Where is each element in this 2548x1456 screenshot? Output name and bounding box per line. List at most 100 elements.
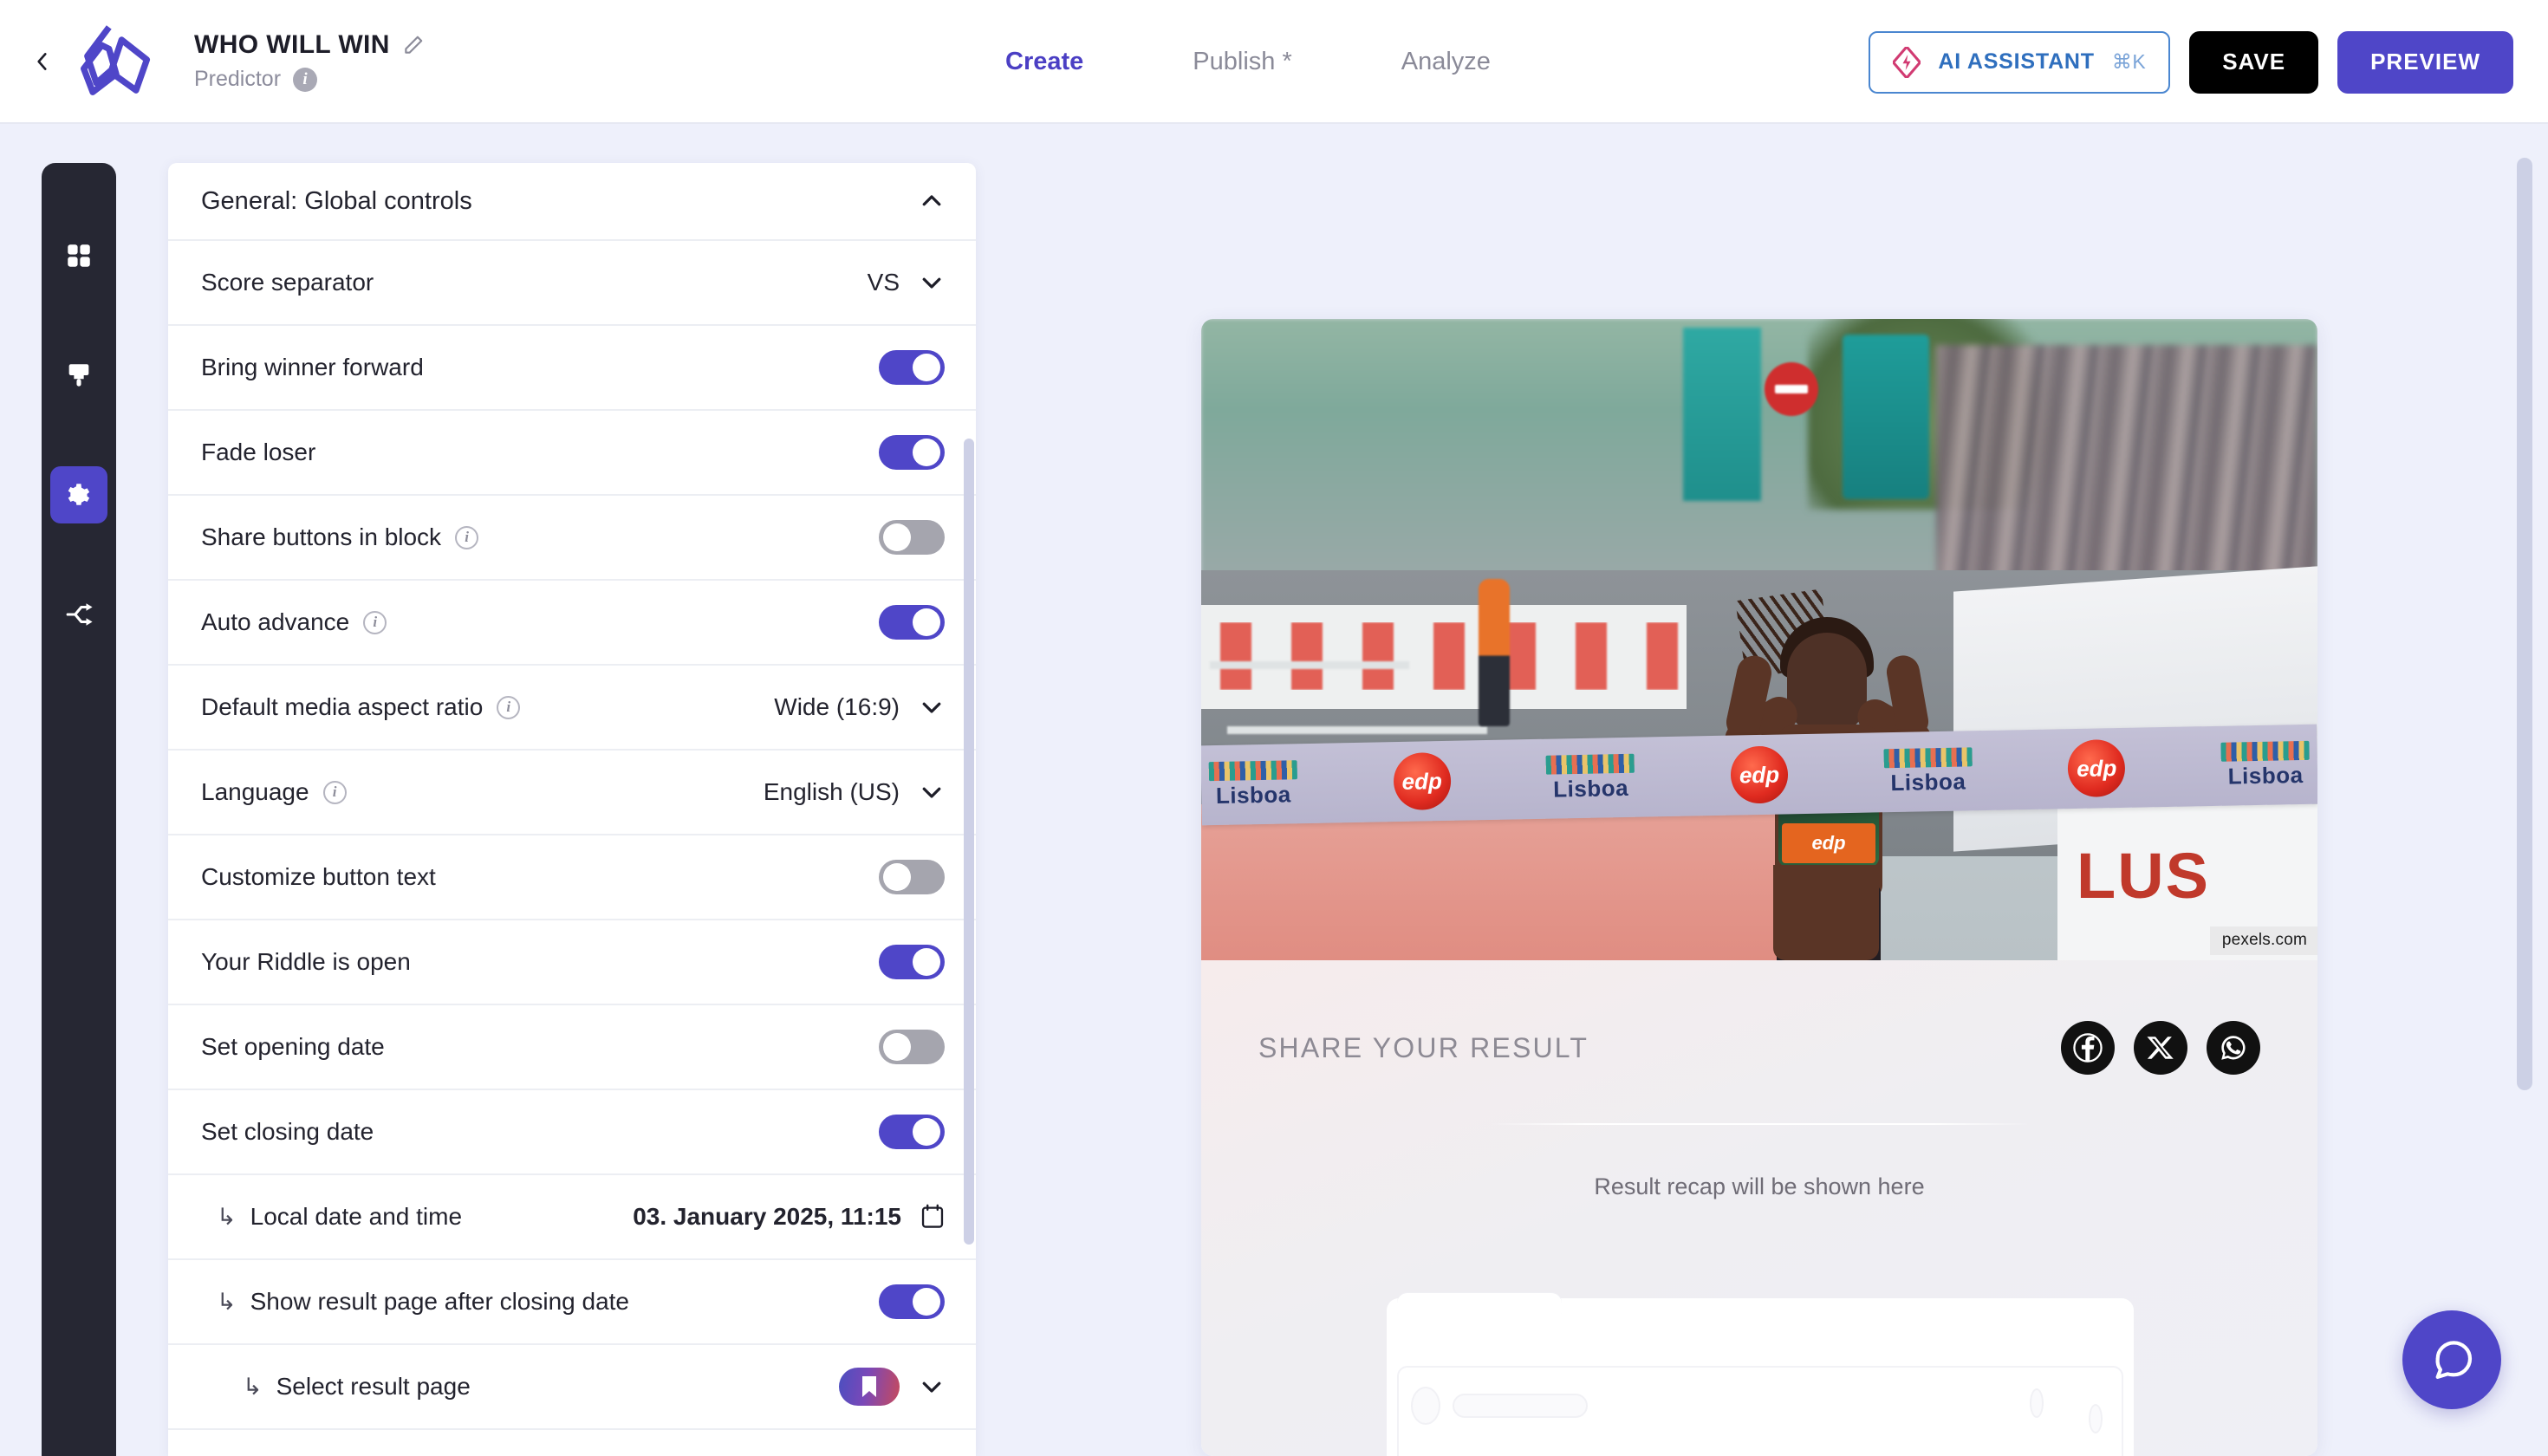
grid-icon bbox=[68, 244, 90, 267]
info-icon[interactable]: i bbox=[497, 695, 521, 719]
chevron-down-icon[interactable] bbox=[919, 1374, 945, 1400]
info-icon[interactable]: i bbox=[322, 780, 347, 804]
bookmark-icon bbox=[862, 1376, 876, 1397]
x-share-button[interactable] bbox=[2134, 1021, 2187, 1075]
share-section-title: SHARE YOUR RESULT bbox=[1258, 1031, 1589, 1063]
share-icons bbox=[2061, 1021, 2260, 1075]
setting-value: English (US) bbox=[763, 778, 900, 805]
tab-create[interactable]: Create bbox=[1005, 48, 1083, 76]
riddle-logo-icon[interactable] bbox=[69, 20, 159, 103]
setting-row-default-media-aspect-ratio[interactable]: Default media aspect ratio i Wide (16:9) bbox=[168, 666, 976, 751]
section-header-general[interactable]: General: Global controls bbox=[168, 163, 976, 241]
preview-button[interactable]: PREVIEW bbox=[2337, 30, 2513, 94]
top-bar: WHO WILL WIN Predictor i Create Publish … bbox=[0, 0, 2548, 124]
info-icon[interactable]: i bbox=[455, 525, 479, 549]
setting-label: Select result page bbox=[276, 1373, 471, 1400]
toggle-customize-button-text[interactable] bbox=[879, 860, 945, 894]
runner-bib: edp bbox=[1782, 823, 1875, 863]
image-watermark: pexels.com bbox=[2209, 926, 2317, 955]
subtitle-info-icon[interactable]: i bbox=[293, 67, 318, 92]
setting-value: VS bbox=[867, 269, 900, 296]
toggle-fade-loser[interactable] bbox=[879, 435, 945, 470]
logo-glyph bbox=[81, 24, 151, 95]
toggle-set-closing-date[interactable] bbox=[879, 1115, 945, 1149]
setting-row-fade-loser[interactable]: Fade loser bbox=[168, 411, 976, 496]
ai-assistant-label: AI ASSISTANT bbox=[1938, 49, 2095, 74]
page-scrollbar[interactable] bbox=[2517, 158, 2532, 1090]
info-icon[interactable]: i bbox=[363, 610, 387, 634]
chevron-up-icon[interactable] bbox=[919, 188, 945, 214]
toggle-share-buttons-in-block[interactable] bbox=[879, 520, 945, 555]
calendar-icon[interactable] bbox=[920, 1204, 945, 1230]
setting-row-show-result-page[interactable]: ↳ Show result page after closing date bbox=[168, 1260, 976, 1345]
sub-arrow-icon: ↳ bbox=[217, 1288, 237, 1315]
setting-label: Customize button text bbox=[201, 863, 436, 890]
toggle-set-opening-date[interactable] bbox=[879, 1030, 945, 1064]
setting-row-customize-button-text[interactable]: Customize button text bbox=[168, 835, 976, 920]
facebook-share-button[interactable] bbox=[2061, 1021, 2115, 1075]
chevron-down-icon[interactable] bbox=[919, 779, 945, 805]
paintbrush-icon bbox=[68, 364, 89, 387]
setting-label: Bring winner forward bbox=[201, 354, 424, 380]
top-actions: AI ASSISTANT ⌘K SAVE PREVIEW bbox=[1869, 0, 2513, 124]
share-nodes-icon bbox=[66, 603, 93, 626]
setting-row-language[interactable]: Language i English (US) bbox=[168, 751, 976, 835]
setting-row-set-closing-date[interactable]: Set closing date bbox=[168, 1090, 976, 1175]
sidebar-item-design[interactable] bbox=[50, 347, 107, 404]
setting-row-local-date-and-time[interactable]: ↳ Local date and time 03. January 2025, … bbox=[168, 1175, 976, 1260]
sidebar-item-blocks[interactable] bbox=[50, 227, 107, 284]
chevron-down-icon[interactable] bbox=[919, 694, 945, 720]
whatsapp-icon bbox=[2221, 1036, 2246, 1060]
gear-icon bbox=[68, 484, 90, 505]
sub-arrow-icon: ↳ bbox=[217, 1203, 237, 1230]
result-recap-placeholder: Result recap will be shown here bbox=[1594, 1173, 1925, 1199]
sidebar-item-settings[interactable] bbox=[50, 466, 107, 523]
toggle-bring-winner-forward[interactable] bbox=[879, 350, 945, 385]
editor-rail bbox=[42, 163, 116, 1456]
toggle-show-result-page[interactable] bbox=[879, 1284, 945, 1319]
setting-label: Show result page after closing date bbox=[250, 1288, 630, 1315]
setting-row-share-buttons-in-block[interactable]: Share buttons in block i bbox=[168, 496, 976, 581]
setting-label: Default media aspect ratio bbox=[201, 693, 484, 720]
setting-row-auto-advance[interactable]: Auto advance i bbox=[168, 581, 976, 666]
sidebar-item-share[interactable] bbox=[50, 586, 107, 643]
setting-row-select-result-page[interactable]: ↳ Select result page bbox=[168, 1345, 976, 1430]
tape-city-label: Lisboa bbox=[1552, 774, 1629, 803]
setting-row-set-opening-date[interactable]: Set opening date bbox=[168, 1005, 976, 1090]
tape-city-label: Lisboa bbox=[1215, 780, 1291, 809]
tape-city-label: Lisboa bbox=[2227, 761, 2304, 790]
result-page-thumbnail[interactable] bbox=[839, 1368, 900, 1406]
toggle-riddle-is-open[interactable] bbox=[879, 945, 945, 979]
ai-diamond-icon bbox=[1893, 46, 1921, 78]
setting-label: Your Riddle is open bbox=[201, 948, 411, 975]
settings-panel-scrollbar[interactable] bbox=[964, 439, 974, 1245]
x-twitter-icon bbox=[2147, 1037, 2174, 1059]
whatsapp-share-button[interactable] bbox=[2207, 1021, 2260, 1075]
tab-publish[interactable]: Publish * bbox=[1193, 48, 1291, 76]
setting-row-riddle-is-open[interactable]: Your Riddle is open bbox=[168, 920, 976, 1005]
chevron-down-icon[interactable] bbox=[919, 270, 945, 296]
sub-arrow-icon: ↳ bbox=[243, 1373, 263, 1400]
tape-sponsor-logo: edp bbox=[1730, 745, 1789, 804]
stop-sign bbox=[1765, 362, 1818, 416]
board-text: LUS bbox=[2077, 840, 2210, 912]
chat-bubble-icon bbox=[2435, 1341, 2473, 1379]
setting-row-bring-winner-forward[interactable]: Bring winner forward bbox=[168, 326, 976, 411]
result-skeleton-card bbox=[1387, 1293, 2134, 1456]
setting-row-score-separator[interactable]: Score separator VS bbox=[168, 241, 976, 326]
ai-assistant-button[interactable]: AI ASSISTANT ⌘K bbox=[1869, 30, 2171, 94]
tab-analyze[interactable]: Analyze bbox=[1401, 48, 1491, 76]
back-button[interactable] bbox=[23, 42, 62, 81]
pencil-icon[interactable] bbox=[402, 34, 425, 56]
preview-canvas: LUS edp Lisboa edp Lisboa edp Lisboa edp… bbox=[1201, 319, 2317, 1456]
setting-label: Local date and time bbox=[250, 1203, 463, 1230]
setting-value: Wide (16:9) bbox=[774, 693, 900, 720]
toggle-auto-advance[interactable] bbox=[879, 605, 945, 640]
setting-label: Set closing date bbox=[201, 1118, 374, 1145]
setting-value: 03. January 2025, 11:15 bbox=[633, 1203, 901, 1230]
save-button[interactable]: SAVE bbox=[2189, 30, 2319, 94]
main-nav: Create Publish * Analyze bbox=[1005, 0, 1491, 124]
chevron-left-icon bbox=[37, 52, 47, 70]
chat-support-button[interactable] bbox=[2402, 1310, 2501, 1409]
title-block: WHO WILL WIN Predictor i bbox=[194, 30, 425, 92]
